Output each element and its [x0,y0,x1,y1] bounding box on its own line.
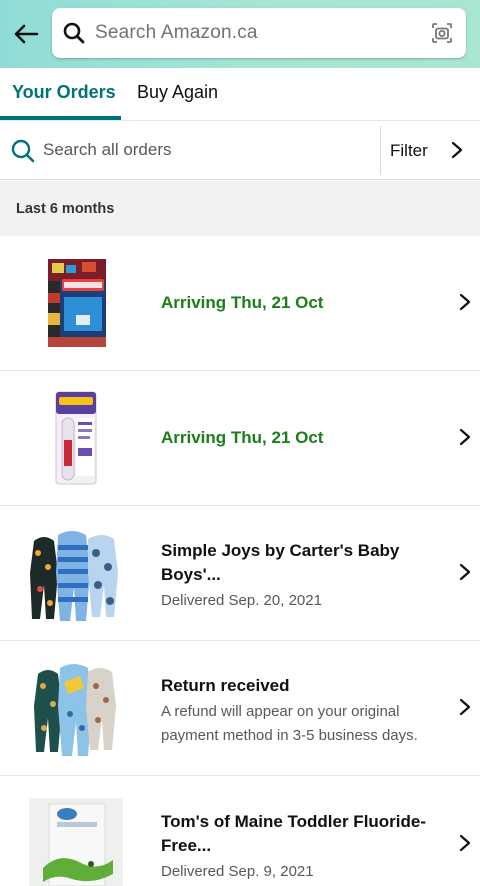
product-title[interactable]: Simple Joys by Carter's Baby Boys'... [161,539,441,587]
return-status: Return received [161,676,290,695]
back-arrow-icon[interactable] [10,18,42,50]
active-tab-indicator [0,116,121,120]
product-image [26,388,126,488]
filter-label: Filter [390,141,428,160]
chevron-right-icon [458,833,472,853]
order-tabs: Your Orders Buy Again [0,68,480,121]
top-bar: Search Amazon.ca [0,0,480,68]
arrival-status: Arriving Thu, 21 Oct [161,293,324,312]
order-info: Return received A refund will appear on … [161,674,451,748]
search-icon [10,138,36,164]
tab-buy-again[interactable]: Buy Again [137,82,218,103]
product-image [29,798,123,886]
tab-your-orders[interactable]: Your Orders [12,82,116,103]
chevron-right-icon [458,427,472,447]
search-orders-input[interactable]: Search all orders [43,140,172,160]
chevron-right-icon [458,562,472,582]
amazon-search-input[interactable]: Search Amazon.ca [52,8,466,58]
refund-message: A refund will appear on your original pa… [161,703,418,744]
product-title[interactable]: Tom's of Maine Toddler Fluoride-Free... [161,810,451,858]
section-header: Last 6 months [0,181,480,236]
camera-search-icon[interactable] [430,21,454,45]
order-info: Arriving Thu, 21 Oct [161,293,441,313]
order-info: Arriving Thu, 21 Oct [161,428,441,448]
order-row[interactable]: Arriving Thu, 21 Oct [0,371,480,506]
chevron-right-icon [458,697,472,717]
delivery-status: Delivered Sep. 20, 2021 [161,592,322,609]
chevron-right-icon [450,140,464,160]
search-placeholder: Search Amazon.ca [95,22,258,43]
product-image [30,523,120,623]
product-image [34,658,116,758]
order-info: Tom's of Maine Toddler Fluoride-Free... … [161,810,451,884]
filter-button[interactable]: Filter [381,121,480,179]
arrival-status: Arriving Thu, 21 Oct [161,428,324,447]
order-search-bar: Search all orders Filter [0,121,480,180]
order-row[interactable]: Return received A refund will appear on … [0,641,480,776]
search-icon [62,21,86,45]
order-row[interactable]: Simple Joys by Carter's Baby Boys'... De… [0,506,480,641]
order-row[interactable]: Arriving Thu, 21 Oct [0,236,480,371]
chevron-right-icon [458,292,472,312]
product-image [26,253,126,353]
order-row[interactable]: Tom's of Maine Toddler Fluoride-Free... … [0,776,480,886]
order-info: Simple Joys by Carter's Baby Boys'... De… [161,539,441,613]
section-label: Last 6 months [16,201,115,217]
delivery-status: Delivered Sep. 9, 2021 [161,863,314,880]
